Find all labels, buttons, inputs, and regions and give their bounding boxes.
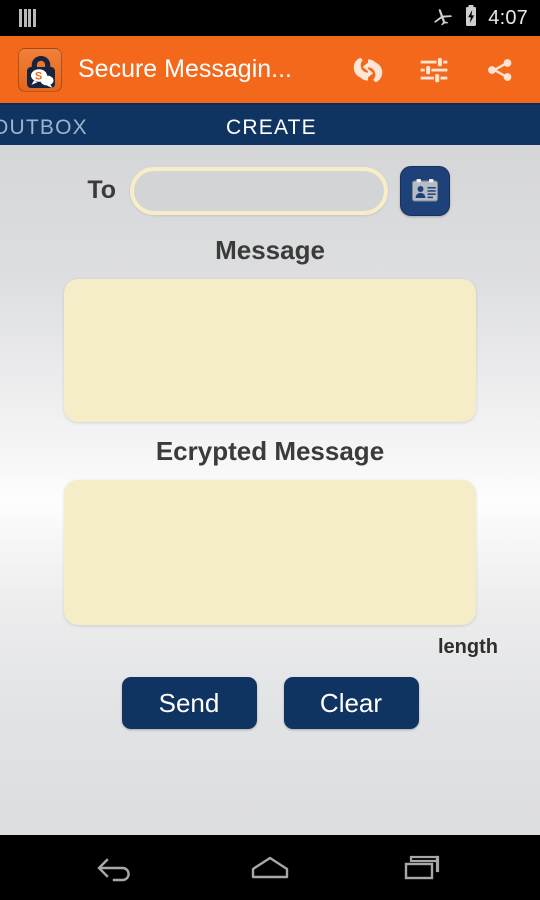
back-arrow-icon[interactable] [82, 843, 152, 893]
to-row: To [0, 145, 540, 219]
settings-sliders-icon[interactable] [414, 50, 454, 90]
message-label: Message [215, 235, 325, 265]
tab-create[interactable]: CREATE [226, 116, 317, 140]
device-screen: 4:07 S Secure Messagin... OUTBOX CREATE … [0, 0, 540, 900]
share-icon[interactable] [480, 50, 520, 90]
secure-lock-chat-icon: S [18, 47, 62, 92]
status-bar-left [12, 9, 36, 27]
svg-text:S: S [35, 70, 42, 82]
encrypted-message-input[interactable] [64, 480, 476, 625]
refresh-icon[interactable] [348, 50, 388, 90]
create-message-form: To Message Ecrypted Message length Send … [0, 145, 540, 835]
signal-bars-icon [19, 9, 36, 27]
app-title: Secure Messagin... [78, 55, 292, 83]
message-input[interactable] [64, 279, 476, 422]
contact-card-icon[interactable] [400, 165, 450, 216]
tab-bar: OUTBOX CREATE [0, 103, 540, 145]
system-navigation-bar [0, 835, 540, 900]
send-button[interactable]: Send [121, 677, 257, 729]
action-bar-actions [348, 50, 526, 90]
action-button-row: Send Clear [0, 677, 540, 729]
home-icon[interactable] [235, 843, 305, 893]
battery-charging-icon [463, 4, 479, 33]
to-label: To [87, 176, 116, 204]
clear-button[interactable]: Clear [283, 677, 419, 729]
encrypted-message-label: Ecrypted Message [155, 436, 385, 466]
action-bar: S Secure Messagin... [0, 36, 540, 103]
status-bar-right: 4:07 [430, 4, 528, 33]
length-label: length [438, 636, 498, 658]
status-bar-clock: 4:07 [488, 6, 528, 29]
airplane-mode-icon [430, 4, 454, 33]
status-bar: 4:07 [0, 0, 540, 36]
to-input[interactable] [130, 166, 388, 215]
recent-apps-icon[interactable] [388, 843, 458, 893]
tab-outbox[interactable]: OUTBOX [0, 116, 88, 140]
